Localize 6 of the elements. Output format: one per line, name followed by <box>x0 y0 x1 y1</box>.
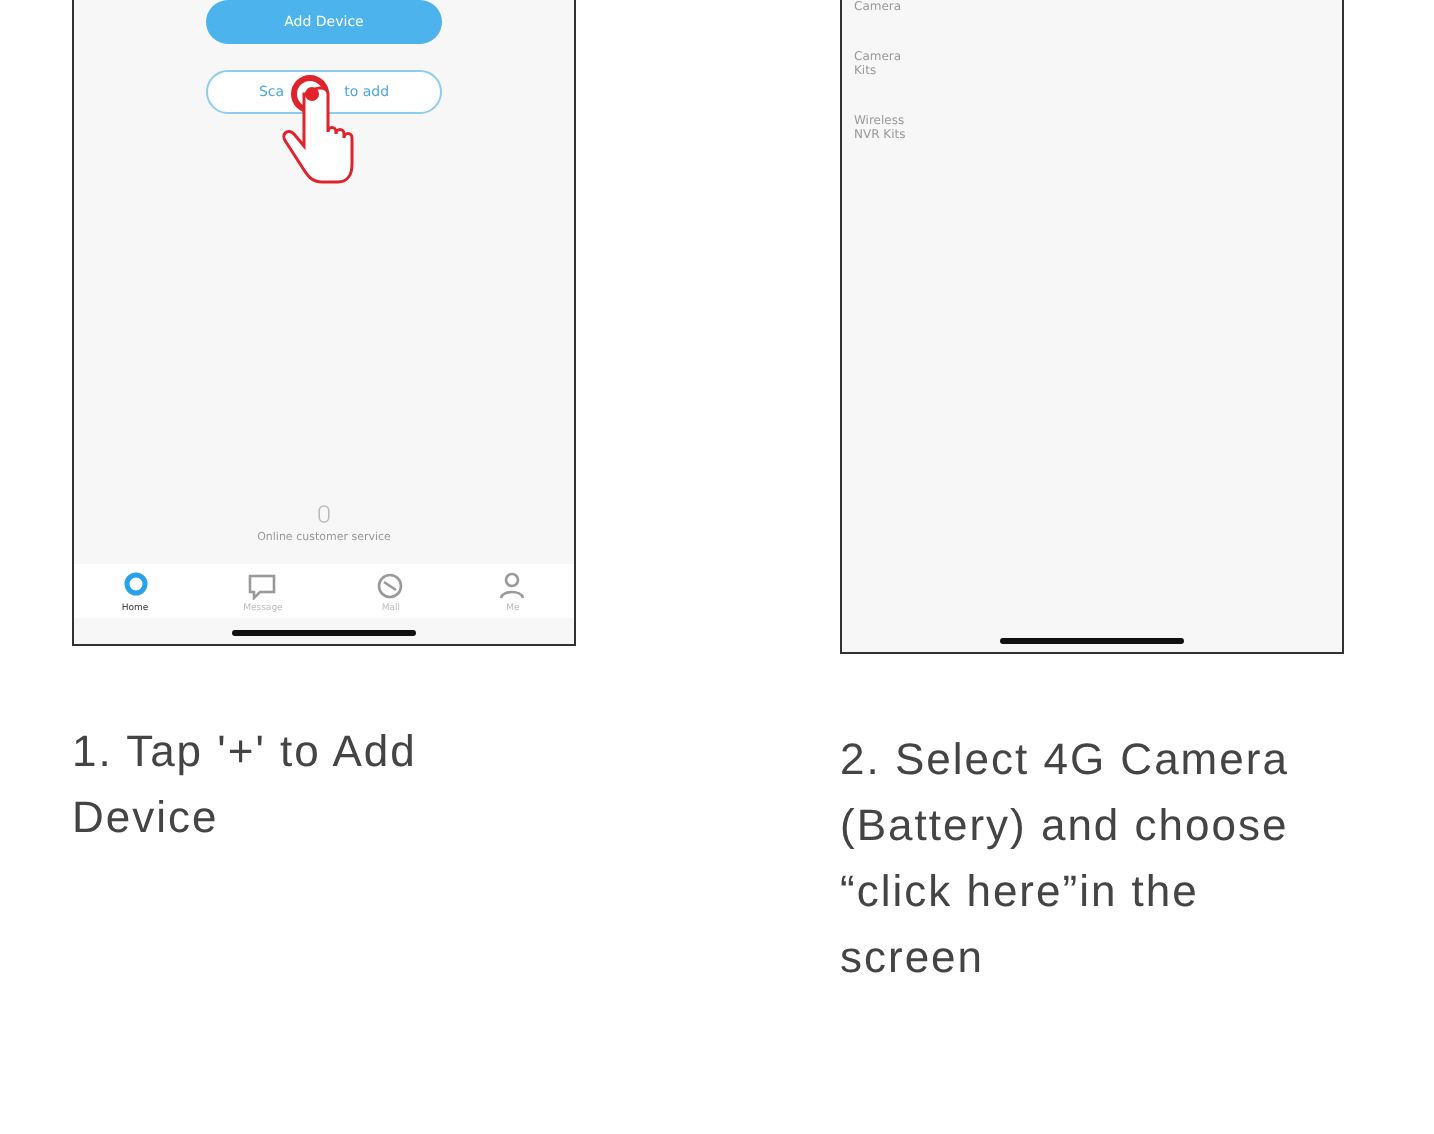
tab-icon <box>498 572 527 600</box>
step-caption: 1. Tap '+' to Add Device <box>72 724 419 846</box>
step-caption: 2. Select 4G Camera (Battery) and choose “click here”in the screen <box>840 732 1291 986</box>
tab-icon <box>376 572 405 600</box>
tab-icon <box>248 572 277 600</box>
tab-icon <box>121 572 150 600</box>
